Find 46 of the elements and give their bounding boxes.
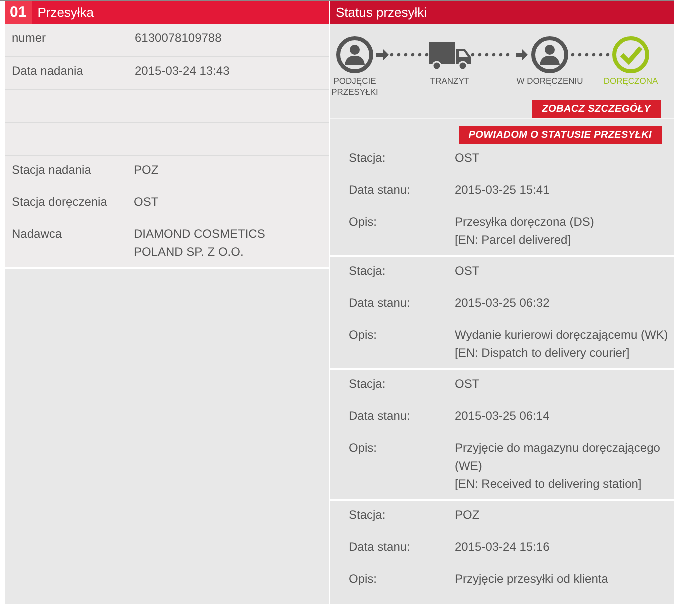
field-label: numer — [12, 31, 48, 45]
date-label: Data stanu: — [349, 408, 412, 425]
field-label: Data nadania — [12, 64, 84, 78]
panel-title: Przesyłka — [36, 5, 94, 20]
event-value: 2015-03-25 15:41 — [455, 182, 551, 199]
field-value: POZ — [134, 162, 160, 179]
field-label: Stacja doręczenia — [12, 194, 108, 211]
event-value: 2015-03-24 15:16 — [455, 539, 551, 556]
field-value: 6130078109788 — [135, 31, 223, 45]
event-value: OST — [455, 263, 481, 280]
step-label: DORĘCZONA — [604, 76, 658, 87]
station-label: Stacja: — [349, 507, 387, 524]
english-description: [EN: Parcel delivered] — [455, 232, 572, 249]
station-label: Stacja: — [349, 150, 387, 167]
description-label: Opis: — [349, 327, 378, 344]
event-value: Przyjęcie do magazynu doręczającego (WE) — [455, 440, 662, 475]
event-value: POZ — [455, 507, 481, 524]
english-description: [EN: Dispatch to delivery courier] — [455, 345, 631, 362]
event-value: 2015-03-25 06:32 — [455, 295, 551, 312]
description-label: Opis: — [349, 440, 378, 457]
station-label: Stacja: — [349, 263, 387, 280]
description-label: Opis: — [349, 571, 378, 588]
date-label: Data stanu: — [349, 295, 412, 312]
date-label: Data stanu: — [349, 539, 412, 556]
notify-button[interactable]: POWIADOM O STATUSIE PRZESYŁKI — [458, 126, 662, 144]
event-value: Wydanie kurierowi doręczającemu (WK) — [455, 327, 670, 344]
section-number: 01 — [5, 1, 32, 24]
panel-title: Status przesyłki — [330, 1, 674, 24]
date-label: Data stanu: — [349, 182, 412, 199]
description-label: Opis: — [349, 214, 378, 231]
field-value: OST — [134, 194, 160, 211]
step-label: W DORĘCZENIU — [516, 76, 584, 87]
field-label: Nadawca — [12, 226, 64, 243]
field-label: Stacja nadania — [12, 162, 92, 179]
event-value: OST — [455, 376, 481, 393]
step-label: PODJĘCIE PRZESYŁKI — [330, 76, 380, 98]
english-description: [EN: Received to delivering station] — [455, 476, 643, 493]
details-button[interactable]: ZOBACZ SZCZEGÓŁY — [532, 100, 661, 118]
field-value: DIAMOND COSMETICS POLAND SP. Z O.O. — [134, 226, 266, 261]
event-value: Przyjęcie przesyłki od klienta — [455, 571, 610, 588]
event-value: 2015-03-25 06:14 — [455, 408, 551, 425]
step-label: TRANZYT — [430, 76, 470, 87]
field-value: 2015-03-24 13:43 — [135, 64, 231, 78]
station-label: Stacja: — [349, 376, 387, 393]
event-value: OST — [455, 150, 481, 167]
event-value: Przesyłka doręczona (DS) — [455, 214, 596, 231]
